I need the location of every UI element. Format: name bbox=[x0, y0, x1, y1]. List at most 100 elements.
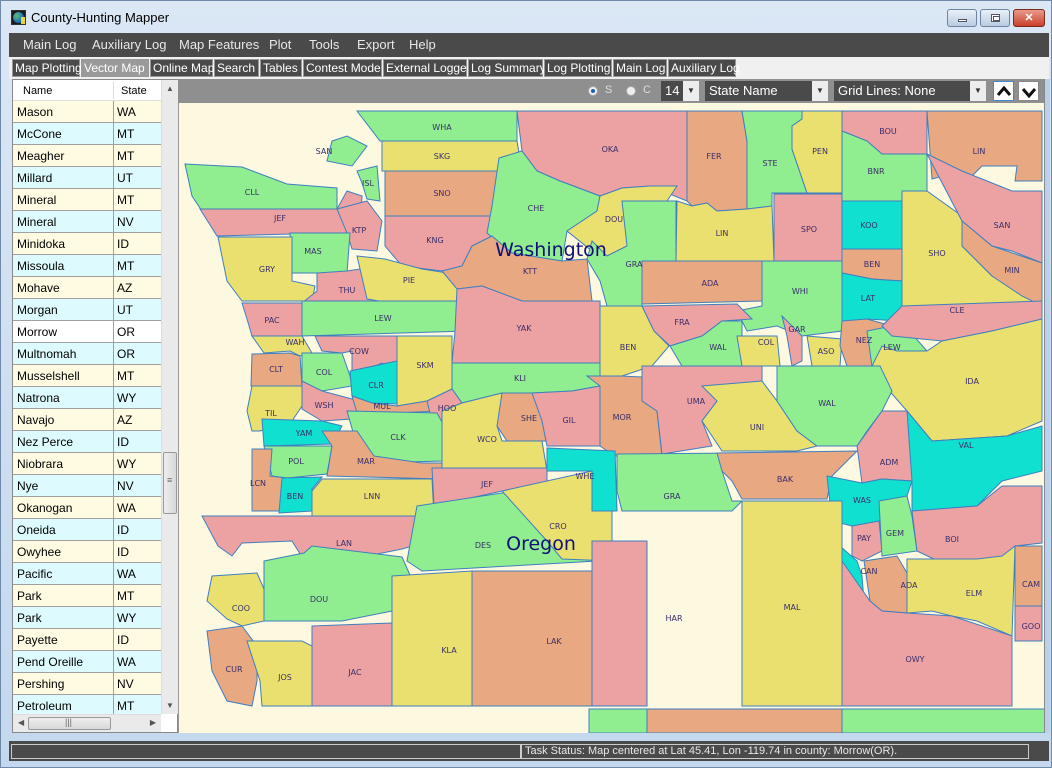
county-region[interactable] bbox=[311, 622, 393, 707]
county-label: GRA bbox=[626, 260, 643, 269]
cell-state: MT bbox=[117, 699, 135, 713]
scroll-thumb[interactable]: ≡ bbox=[163, 452, 177, 514]
window-title: County-Hunting Mapper bbox=[31, 10, 170, 25]
hscroll-thumb[interactable]: ||| bbox=[28, 717, 111, 730]
table-row[interactable]: Nye NV bbox=[13, 475, 161, 497]
vector-map[interactable]: WHA SKG SAN ISL SNO CLL JEF KTP KNG MAS GRY THU PIE O… bbox=[178, 103, 1044, 733]
tab-vector-map[interactable]: Vector Map bbox=[81, 59, 149, 77]
scroll-right-icon[interactable]: ▶ bbox=[150, 718, 156, 727]
county-region[interactable] bbox=[591, 540, 648, 707]
table-row[interactable]: McCone MT bbox=[13, 123, 161, 145]
cell-divider bbox=[113, 299, 114, 321]
table-row[interactable]: Mineral NV bbox=[13, 211, 161, 233]
table-row[interactable]: Navajo AZ bbox=[13, 409, 161, 431]
table-row[interactable]: Owyhee ID bbox=[13, 541, 161, 563]
table-row[interactable]: Missoula MT bbox=[13, 255, 161, 277]
tab-search[interactable]: Search bbox=[214, 59, 259, 77]
table-row[interactable]: Okanogan WA bbox=[13, 497, 161, 519]
table-row[interactable]: Morrow OR bbox=[13, 321, 161, 343]
menu-help[interactable]: Help bbox=[409, 37, 436, 52]
county-region[interactable] bbox=[841, 708, 1044, 733]
table-row[interactable]: Park WY bbox=[13, 607, 161, 629]
county-region[interactable] bbox=[646, 708, 843, 733]
map-canvas[interactable]: WHA SKG SAN ISL SNO CLL JEF KTP KNG MAS GRY THU PIE O… bbox=[179, 103, 1044, 733]
table-row[interactable]: Mineral MT bbox=[13, 189, 161, 211]
table-row[interactable]: Minidoka ID bbox=[13, 233, 161, 255]
menu-auxiliary-log[interactable]: Auxiliary Log bbox=[92, 37, 166, 52]
county-region[interactable] bbox=[686, 110, 748, 212]
county-region[interactable] bbox=[184, 163, 338, 212]
scroll-down-icon[interactable]: ▼ bbox=[166, 701, 174, 710]
tab-log-summary[interactable]: Log Summary bbox=[468, 59, 546, 77]
table-row[interactable]: Pacific WA bbox=[13, 563, 161, 585]
chevron-down-icon[interactable]: ▼ bbox=[970, 81, 986, 101]
vertical-scrollbar[interactable]: ▲ ≡ ▼ bbox=[161, 80, 178, 714]
menu-export[interactable]: Export bbox=[357, 37, 395, 52]
column-header-name[interactable]: Name bbox=[23, 85, 52, 97]
grid-lines-select[interactable]: Grid Lines: None ▼ bbox=[834, 81, 986, 101]
county-region[interactable] bbox=[1014, 545, 1043, 607]
county-label: LEW bbox=[883, 343, 901, 352]
table-row[interactable]: Payette ID bbox=[13, 629, 161, 651]
table-row[interactable]: Niobrara WY bbox=[13, 453, 161, 475]
table-row[interactable]: Mason WA bbox=[13, 101, 161, 123]
county-label: LAT bbox=[861, 294, 875, 303]
tab-auxiliary-log[interactable]: Auxiliary Log bbox=[668, 59, 740, 77]
zoom-out-button[interactable] bbox=[1018, 81, 1039, 101]
radio-s[interactable] bbox=[588, 86, 598, 96]
label-mode-select[interactable]: State Name ▼ bbox=[705, 81, 828, 101]
county-label: CLR bbox=[368, 381, 384, 390]
table-row[interactable]: Meagher MT bbox=[13, 145, 161, 167]
tab-external-logger[interactable]: External Logger bbox=[383, 59, 471, 77]
table-row[interactable]: Millard UT bbox=[13, 167, 161, 189]
table-row[interactable]: Musselshell MT bbox=[13, 365, 161, 387]
tab-log-plotting[interactable]: Log Plotting bbox=[544, 59, 612, 77]
county-label: YAK bbox=[516, 324, 533, 333]
county-region[interactable] bbox=[878, 495, 918, 557]
tab-online-map[interactable]: Online Map bbox=[150, 59, 214, 77]
cell-county-name: Mason bbox=[17, 105, 54, 119]
county-label: COW bbox=[349, 347, 369, 356]
table-row[interactable]: Oneida ID bbox=[13, 519, 161, 541]
column-header-state[interactable]: State bbox=[121, 85, 147, 97]
font-size-select[interactable]: 14 ▼ bbox=[661, 81, 699, 101]
title-bar: County-Hunting Mapper ✕ bbox=[1, 1, 1051, 33]
table-row[interactable]: Natrona WY bbox=[13, 387, 161, 409]
grid-rows: Mason WA McCone MT Meagher MT Millard UT Mineral… bbox=[13, 101, 161, 717]
county-region[interactable] bbox=[206, 572, 265, 627]
menu-map-features[interactable]: Map Features bbox=[179, 37, 259, 52]
menu-plot[interactable]: Plot bbox=[269, 37, 291, 52]
county-label: ASO bbox=[818, 347, 835, 356]
table-row[interactable]: Mohave AZ bbox=[13, 277, 161, 299]
tab-map-plotting[interactable]: Map Plotting bbox=[12, 59, 82, 77]
table-row[interactable]: Pershing NV bbox=[13, 673, 161, 695]
maximize-button[interactable] bbox=[980, 9, 1010, 27]
county-label: CLL bbox=[245, 188, 260, 197]
horizontal-scrollbar[interactable]: ◀ ||| ▶ bbox=[13, 714, 161, 732]
radio-c[interactable] bbox=[626, 86, 636, 96]
county-region[interactable] bbox=[588, 708, 648, 733]
county-label: KLA bbox=[441, 646, 457, 655]
tab-main-log[interactable]: Main Log bbox=[613, 59, 667, 77]
table-row[interactable]: Park MT bbox=[13, 585, 161, 607]
scroll-up-icon[interactable]: ▲ bbox=[166, 84, 174, 93]
menu-tools[interactable]: Tools bbox=[309, 37, 339, 52]
county-label: CUR bbox=[226, 665, 243, 674]
chevron-down-icon[interactable]: ▼ bbox=[683, 81, 699, 101]
menu-main-log[interactable]: Main Log bbox=[23, 37, 76, 52]
scroll-left-icon[interactable]: ◀ bbox=[18, 718, 24, 727]
table-row[interactable]: Morgan UT bbox=[13, 299, 161, 321]
close-button[interactable]: ✕ bbox=[1013, 9, 1045, 27]
minimize-button[interactable] bbox=[947, 9, 977, 27]
tab-tables[interactable]: Tables bbox=[260, 59, 302, 77]
zoom-in-button[interactable] bbox=[993, 81, 1014, 101]
county-region[interactable] bbox=[326, 135, 368, 167]
table-row[interactable]: Multnomah OR bbox=[13, 343, 161, 365]
county-region[interactable] bbox=[391, 570, 473, 707]
chevron-down-icon[interactable]: ▼ bbox=[812, 81, 828, 101]
tab-contest-mode[interactable]: Contest Mode bbox=[303, 59, 382, 77]
cell-state: MT bbox=[117, 369, 135, 383]
table-row[interactable]: Nez Perce ID bbox=[13, 431, 161, 453]
table-row[interactable]: Pend Oreille WA bbox=[13, 651, 161, 673]
grip-icon: ≡ bbox=[167, 475, 173, 485]
